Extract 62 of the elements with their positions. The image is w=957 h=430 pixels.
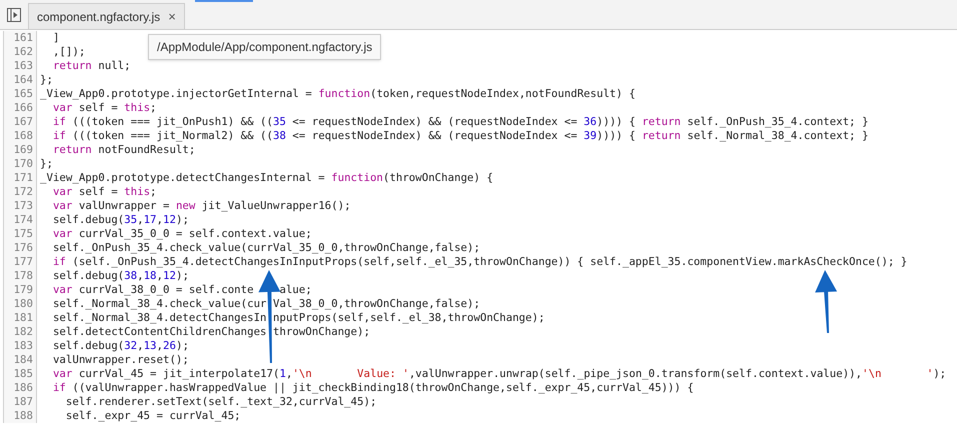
line-number: 166 <box>3 101 37 115</box>
code-line: _View_App0.prototype.injectorGetInternal = function(token,requestNodeIndex,notFoundResult) { <box>39 87 636 101</box>
line-number: 177 <box>3 255 37 269</box>
line-number: 176 <box>3 241 37 255</box>
tab-label: component.ngfactory.js <box>37 8 160 26</box>
line-number: 186 <box>3 381 37 395</box>
code-line: ,[]); <box>52 45 86 59</box>
line-number: 167 <box>3 115 37 129</box>
line-number: 185 <box>3 367 37 381</box>
line-number: 161 <box>3 31 37 45</box>
code-line: var currVal_38_0_0 = self.conte alue; <box>52 283 312 297</box>
code-line: var currVal_45 = jit_interpolate17(1,'\n Value: ',valUnwrapper.unwrap(self._pipe_json_0.transform(self.context.value)),'\n '); <box>52 367 946 381</box>
code-line: }; <box>39 157 53 171</box>
line-number: 187 <box>3 395 37 409</box>
annotation-arrow <box>815 270 838 334</box>
code-line: var self = this; <box>52 185 157 199</box>
code-line: self.debug(38,18,12); <box>52 269 189 283</box>
line-number: 182 <box>3 325 37 339</box>
code-line: self.debug(35,17,12); <box>52 213 189 227</box>
code-line: var self = this; <box>52 101 157 115</box>
line-number: 172 <box>3 185 37 199</box>
line-number: 179 <box>3 283 37 297</box>
code-line: if (((token === jit_OnPush1) && ((35 <= requestNodeIndex) && (requestNodeIndex <= 36)))) { return self._OnPush_35_4.context; } <box>52 115 868 129</box>
line-number: 164 <box>3 73 37 87</box>
code-line: self._expr_45 = currVal_45; <box>64 409 241 423</box>
line-number: 181 <box>3 311 37 325</box>
tooltip: /AppModule/App/component.ngfactory.js <box>148 34 382 60</box>
code-line: }; <box>39 73 53 87</box>
line-number: 180 <box>3 297 37 311</box>
code-line: self._Normal_38_4.detectChangesIn nputProps(self,self._el_38,throwOnChange); <box>52 311 545 325</box>
line-number: 169 <box>3 143 37 157</box>
line-number: 174 <box>3 213 37 227</box>
file-tab[interactable]: component.ngfactory.js × <box>28 3 185 29</box>
line-number: 163 <box>3 59 37 73</box>
code-line: if ((valUnwrapper.hasWrappedValue || jit_checkBinding18(throwOnChange,self._expr_45,currVal_45))) { <box>52 381 694 395</box>
code-line: if (self._OnPush_35_4.detectChangesInInputProps(self,self._el_35,throwOnChange)) { self._appEl_35.componentView.markAsCheckOnce(); } <box>52 255 908 269</box>
code-line: ] <box>52 31 60 45</box>
code-line: self.renderer.setText(self._text_32,currVal_45); <box>64 395 377 409</box>
code-line: var currVal_35_0_0 = self.context.value; <box>52 227 312 241</box>
line-number: 171 <box>3 171 37 185</box>
code-line: self._OnPush_35_4.check_value(currVal_35_0_0,throwOnChange,false); <box>52 241 480 255</box>
panel-toggle-icon[interactable] <box>7 8 21 22</box>
code-line: self._Normal_38_4.check_value(cur Val_38_0_0,throwOnChange,false); <box>52 297 480 311</box>
line-number: 183 <box>3 339 37 353</box>
close-icon[interactable]: × <box>168 6 176 26</box>
line-number: 178 <box>3 269 37 283</box>
code-line: valUnwrapper.reset(); <box>52 353 189 367</box>
line-number: 184 <box>3 353 37 367</box>
code-line: return null; <box>52 59 131 73</box>
line-number: 168 <box>3 129 37 143</box>
line-number: 188 <box>3 409 37 423</box>
code-line: var valUnwrapper = new jit_ValueUnwrapper16(); <box>52 199 351 213</box>
code-line: if (((token === jit_Normal2) && ((38 <= requestNodeIndex) && (requestNodeIndex <= 39)))) { return self._Normal_38_4.context; } <box>52 129 868 143</box>
code-line: self.detectContentChildrenChanges throwOnChange); <box>52 325 370 339</box>
code-line: return notFoundResult; <box>52 143 196 157</box>
line-number: 162 <box>3 45 37 59</box>
line-number: 175 <box>3 227 37 241</box>
line-number: 170 <box>3 157 37 171</box>
line-number: 173 <box>3 199 37 213</box>
code-line: _View_App0.prototype.detectChangesInternal = function(throwOnChange) { <box>39 171 494 185</box>
code-line: self.debug(32,13,26); <box>52 339 189 353</box>
line-number: 165 <box>3 87 37 101</box>
